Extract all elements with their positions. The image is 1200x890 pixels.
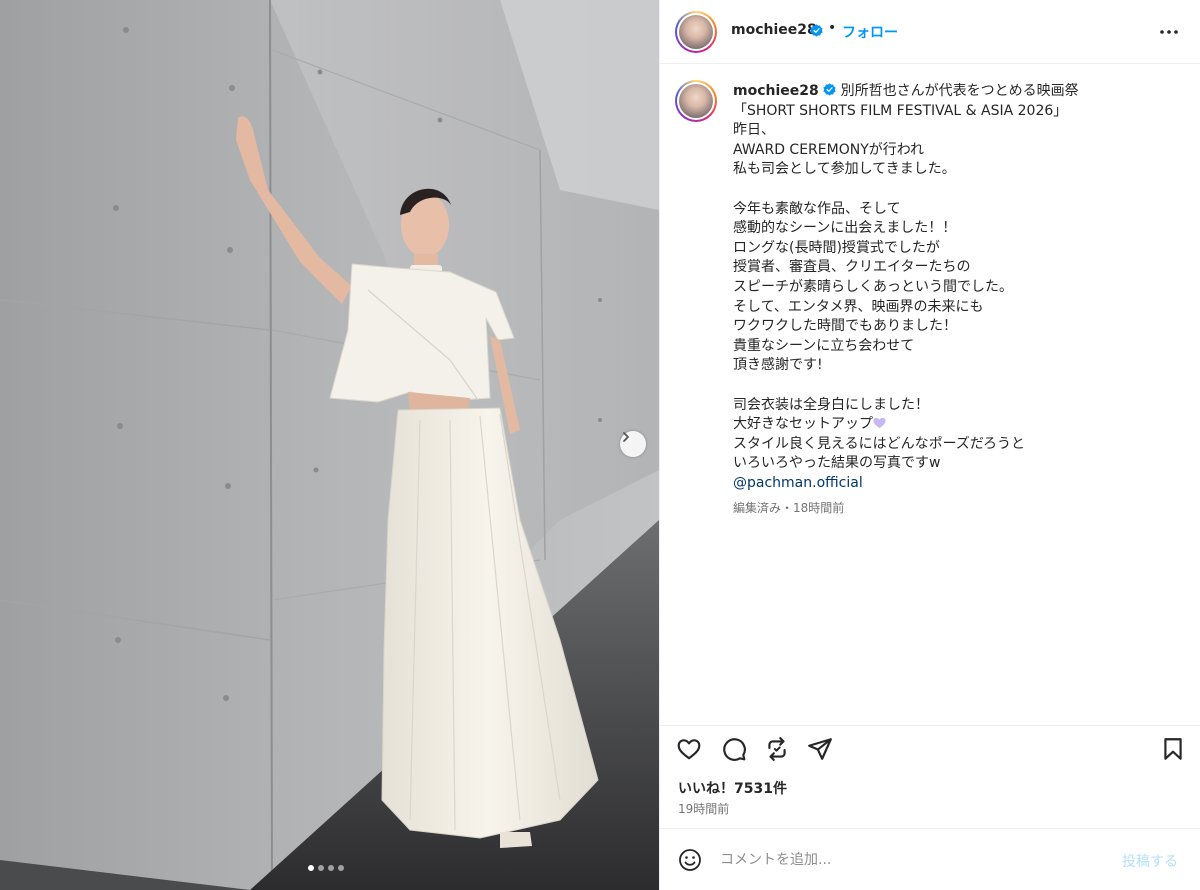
heart-icon[interactable]	[676, 736, 702, 762]
caption-meta: 編集済み・18時間前	[733, 501, 845, 516]
like-count[interactable]: いいね！7531件	[678, 778, 787, 798]
chevron-right-icon	[623, 432, 629, 442]
carousel-dot-active	[308, 865, 314, 871]
verified-badge-icon	[823, 83, 836, 96]
carousel-dot	[328, 865, 334, 871]
comment-icon[interactable]	[721, 736, 747, 762]
more-options-icon[interactable]	[1157, 24, 1181, 40]
caption-username[interactable]: mochiee28	[733, 83, 819, 99]
post-side-panel: mochiee28 • フォロー mochiee28 別所哲也さんが代表をつとめ…	[659, 0, 1200, 890]
caption-story-ring[interactable]	[675, 80, 717, 122]
carousel-next-button[interactable]	[620, 431, 646, 457]
post-caption: mochiee28 別所哲也さんが代表をつとめる映画祭 「SHORT SHORT…	[660, 65, 1200, 725]
caption-text: 別所哲也さんが代表をつとめる映画祭 「SHORT SHORTS FILM FES…	[733, 83, 1079, 433]
mention-link[interactable]: @pachman.official	[733, 474, 1173, 494]
caption-text-tail: スタイル良く見えるにはどんなポーズだろうと いろいろやった結果の写真ですw	[733, 435, 1026, 472]
caption-avatar	[679, 84, 713, 118]
follow-button[interactable]: フォロー	[842, 22, 898, 42]
caption-body: mochiee28 別所哲也さんが代表をつとめる映画祭 「SHORT SHORT…	[733, 82, 1173, 519]
header-username[interactable]: mochiee28	[731, 22, 817, 38]
repost-icon[interactable]	[764, 736, 790, 762]
comment-input[interactable]	[720, 849, 1100, 871]
avatar	[679, 15, 713, 49]
purple-heart-icon	[873, 417, 886, 429]
story-ring[interactable]	[675, 11, 717, 53]
post-comment-button[interactable]: 投稿する	[1122, 851, 1178, 871]
header-separator: •	[828, 20, 837, 36]
photo-illustration	[0, 0, 659, 890]
share-icon[interactable]	[807, 736, 833, 762]
emoji-icon[interactable]	[678, 848, 702, 872]
verified-badge-icon	[810, 24, 823, 37]
post-timestamp[interactable]: 19時間前	[678, 800, 729, 817]
action-bar	[660, 725, 1200, 770]
post-photo[interactable]	[0, 0, 659, 890]
post-header: mochiee28 • フォロー	[660, 0, 1200, 64]
bookmark-icon[interactable]	[1160, 736, 1186, 762]
carousel-dot	[318, 865, 324, 871]
carousel-indicator	[308, 865, 344, 871]
carousel-dot	[338, 865, 344, 871]
comment-bar: 投稿する	[660, 828, 1200, 890]
